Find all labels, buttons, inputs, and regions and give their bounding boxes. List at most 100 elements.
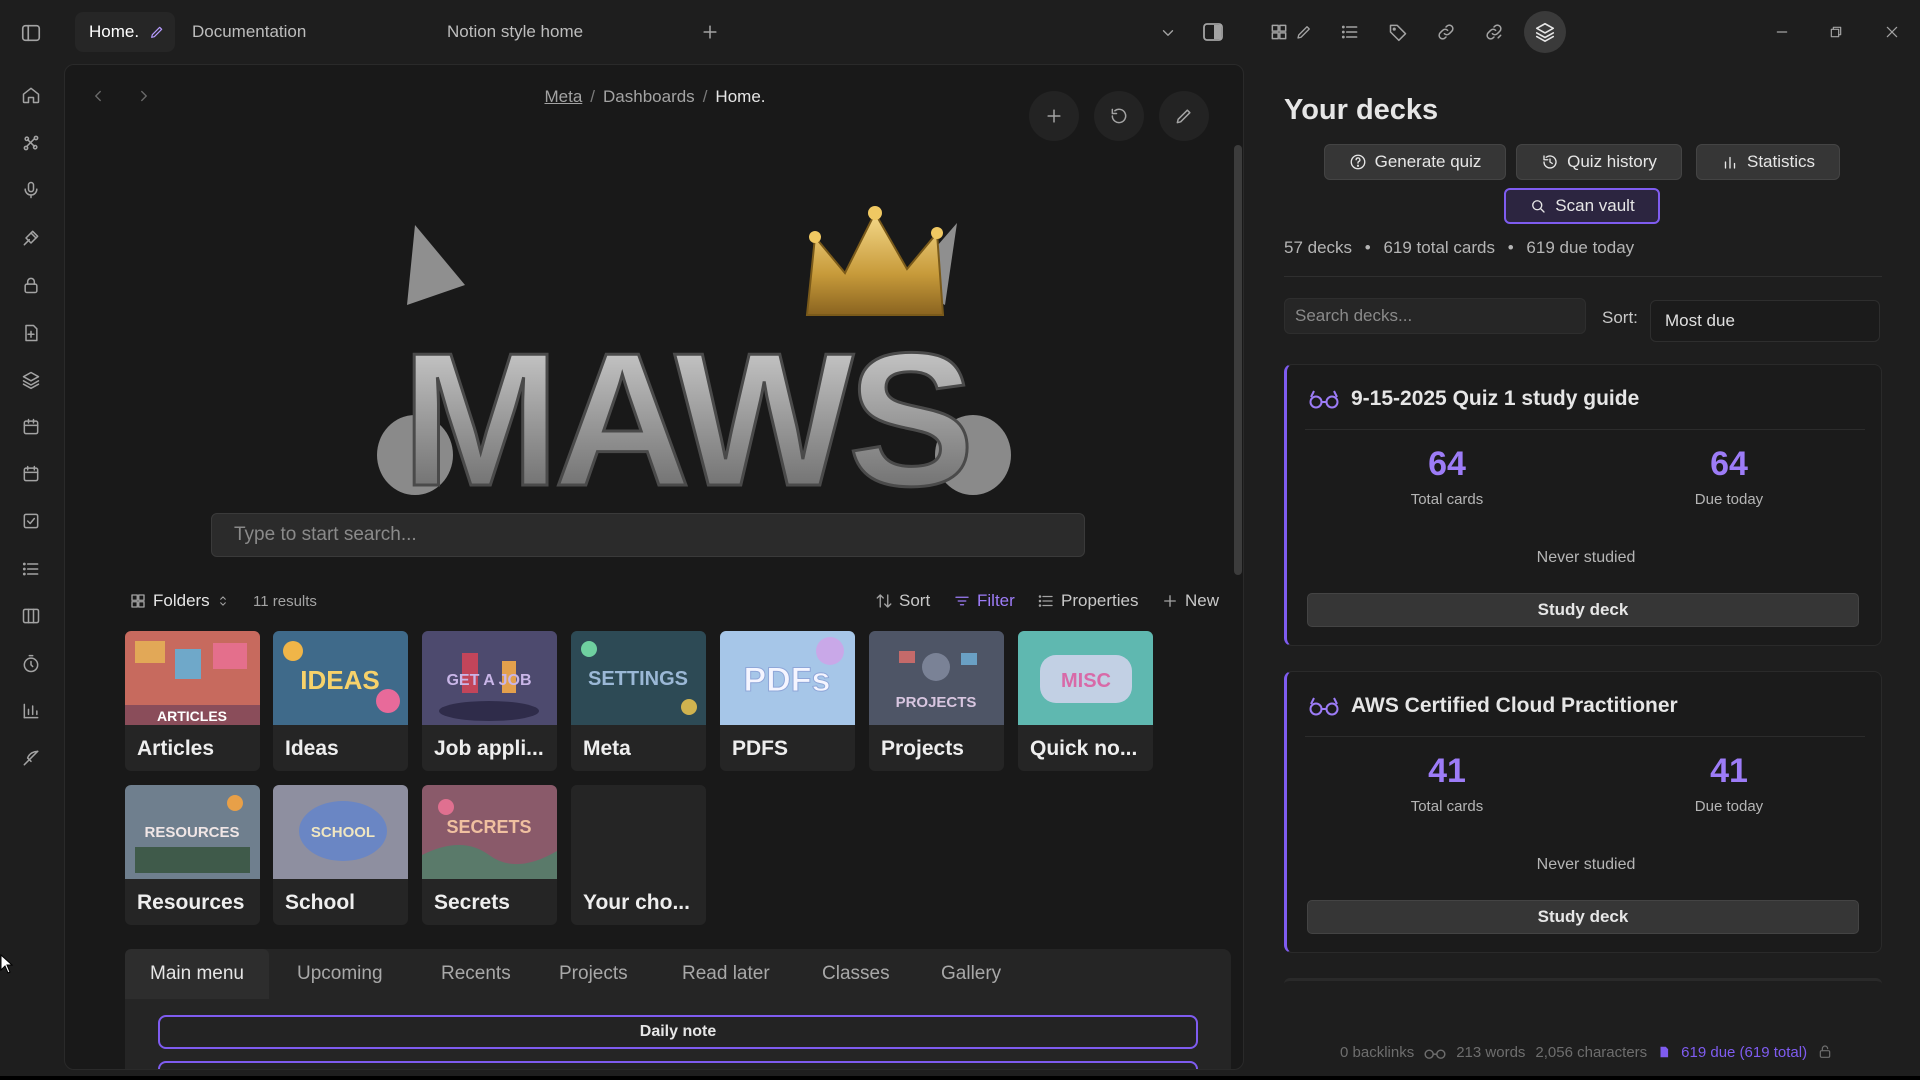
study-deck-button[interactable]: Study deck [1307, 900, 1859, 934]
link-pencil-icon[interactable] [1286, 14, 1322, 50]
folder-card-your-choice[interactable]: Your cho... [571, 785, 706, 925]
right-sidebar-toggle-icon[interactable] [1201, 20, 1225, 44]
folder-thumbnail: MISC [1018, 631, 1153, 725]
properties-button[interactable]: Properties [1037, 591, 1138, 611]
tab-projects[interactable]: Projects [534, 949, 653, 999]
edit-button[interactable] [1159, 91, 1209, 141]
sidebar-toggle-icon[interactable] [18, 20, 44, 46]
home-icon[interactable] [18, 82, 44, 108]
timer-icon[interactable] [18, 651, 44, 677]
folder-card-secrets[interactable]: SECRETS Secrets [422, 785, 557, 925]
deck-count: 57 decks [1284, 238, 1353, 257]
new-tab-icon[interactable] [700, 22, 720, 42]
calendar-alt-icon[interactable] [18, 461, 44, 487]
tab-recents[interactable]: Recents [416, 949, 536, 999]
checkbox-icon[interactable] [18, 508, 44, 534]
folder-card-school[interactable]: SCHOOL School [273, 785, 408, 925]
close-window-icon[interactable] [1874, 14, 1910, 50]
chart-icon[interactable] [18, 698, 44, 724]
breadcrumb-separator: / [702, 87, 708, 106]
decks-layers-icon[interactable] [1524, 11, 1566, 53]
kanban-icon[interactable] [18, 603, 44, 629]
graph-view-icon[interactable] [18, 130, 44, 156]
folder-card-meta[interactable]: SETTINGS Meta [571, 631, 706, 771]
tab-list-chevron-icon[interactable] [1159, 24, 1177, 42]
sync-icon[interactable] [1817, 1044, 1833, 1060]
base-toolbar: Folders 11 results Sort Filter Propertie… [129, 583, 1229, 623]
folder-title: Articles [137, 737, 215, 760]
folder-title: Quick no... [1030, 737, 1138, 760]
statistics-button[interactable]: Statistics [1696, 144, 1840, 180]
folder-card-articles[interactable]: ARTICLES Articles [125, 631, 260, 771]
folder-thumbnail: SCHOOL [273, 785, 408, 879]
deck-search-input[interactable]: Search decks... [1284, 298, 1586, 334]
folder-card-projects[interactable]: PROJECTS Projects [869, 631, 1004, 771]
folder-title: Secrets [434, 891, 510, 914]
study-deck-button[interactable]: Study deck [1307, 593, 1859, 627]
tab-classes[interactable]: Classes [797, 949, 915, 999]
folder-card-job-applications[interactable]: GET A JOB Job appli... [422, 631, 557, 771]
tab-main-menu[interactable]: Main menu [125, 949, 269, 999]
file-icon [1660, 1046, 1669, 1058]
breadcrumb-meta[interactable]: Meta [544, 87, 582, 106]
outline-icon[interactable] [1332, 14, 1368, 50]
excalidraw-icon[interactable] [18, 225, 44, 251]
thumb-text: SCHOOL [311, 824, 375, 841]
filter-button[interactable]: Filter [953, 591, 1015, 611]
glasses-icon [1309, 390, 1339, 409]
tab-bar: Home. Documentation Notion style home [63, 0, 1247, 64]
tab-home[interactable]: Home. [75, 12, 175, 52]
folder-card-quick-notes[interactable]: MISC Quick no... [1018, 631, 1153, 771]
outgoing-links-icon[interactable] [1476, 14, 1512, 50]
backlinks-count[interactable]: 0 backlinks [1340, 1044, 1414, 1061]
tab-gallery[interactable]: Gallery [916, 949, 1026, 999]
new-button[interactable]: New [1161, 591, 1219, 611]
list-icon [1038, 595, 1053, 607]
window-edge [0, 1076, 1920, 1080]
view-switcher[interactable]: Folders [129, 591, 230, 611]
new-file-icon[interactable] [18, 320, 44, 346]
folder-thumbnail: PDFs [720, 631, 855, 725]
minimize-icon[interactable] [1764, 14, 1800, 50]
folder-card-pdfs[interactable]: PDFs PDFS [720, 631, 855, 771]
tab-upcoming[interactable]: Upcoming [272, 949, 408, 999]
search-placeholder: Type to start search... [234, 524, 417, 545]
tags-icon[interactable] [1380, 14, 1416, 50]
tab-notion-style-home[interactable]: Notion style home [433, 12, 597, 52]
total-cards-label: Total cards [1410, 491, 1484, 508]
generate-quiz-button[interactable]: Generate quiz [1324, 144, 1506, 180]
sort-select[interactable]: Most due [1650, 300, 1880, 342]
tab-documentation[interactable]: Documentation [178, 12, 320, 52]
refresh-button[interactable] [1094, 91, 1144, 141]
status-bar: 0 backlinks 213 words 2,056 characters 6… [1340, 1040, 1920, 1064]
filter-label: Filter [977, 591, 1015, 610]
list-icon[interactable] [18, 556, 44, 582]
next-menu-button[interactable] [158, 1061, 1198, 1069]
folder-card-resources[interactable]: RESOURCES Resources [125, 785, 260, 925]
scrollbar[interactable] [1234, 145, 1242, 575]
folder-title: Your cho... [583, 891, 690, 914]
add-button[interactable] [1029, 91, 1079, 141]
glasses-icon[interactable] [1424, 1044, 1446, 1060]
lock-icon[interactable] [18, 272, 44, 298]
restore-window-icon[interactable] [1818, 14, 1854, 50]
search-input[interactable]: Type to start search... [211, 513, 1085, 557]
due-status[interactable]: 619 due (619 total) [1681, 1044, 1807, 1061]
scan-vault-button[interactable]: Scan vault [1504, 188, 1660, 224]
calendar-icon[interactable] [18, 414, 44, 440]
sort-button[interactable]: Sort [875, 591, 930, 611]
tab-read-later[interactable]: Read later [657, 949, 795, 999]
divider [1305, 736, 1865, 737]
microphone-icon[interactable] [18, 177, 44, 203]
breadcrumb-dashboards[interactable]: Dashboards [603, 87, 695, 106]
layers-icon[interactable] [18, 367, 44, 393]
folder-card-ideas[interactable]: IDEAS Ideas [273, 631, 408, 771]
daily-note-button[interactable]: Daily note [158, 1015, 1198, 1049]
tab-label: Documentation [192, 22, 307, 41]
backlinks-icon[interactable] [1428, 14, 1464, 50]
quiz-history-button[interactable]: Quiz history [1516, 144, 1682, 180]
feather-check-icon[interactable] [18, 745, 44, 771]
deck-stats: 57 decks • 619 total cards • 619 due tod… [1284, 238, 1635, 257]
breadcrumb-current[interactable]: Home. [715, 87, 765, 106]
folder-thumbnail: GET A JOB [422, 631, 557, 725]
